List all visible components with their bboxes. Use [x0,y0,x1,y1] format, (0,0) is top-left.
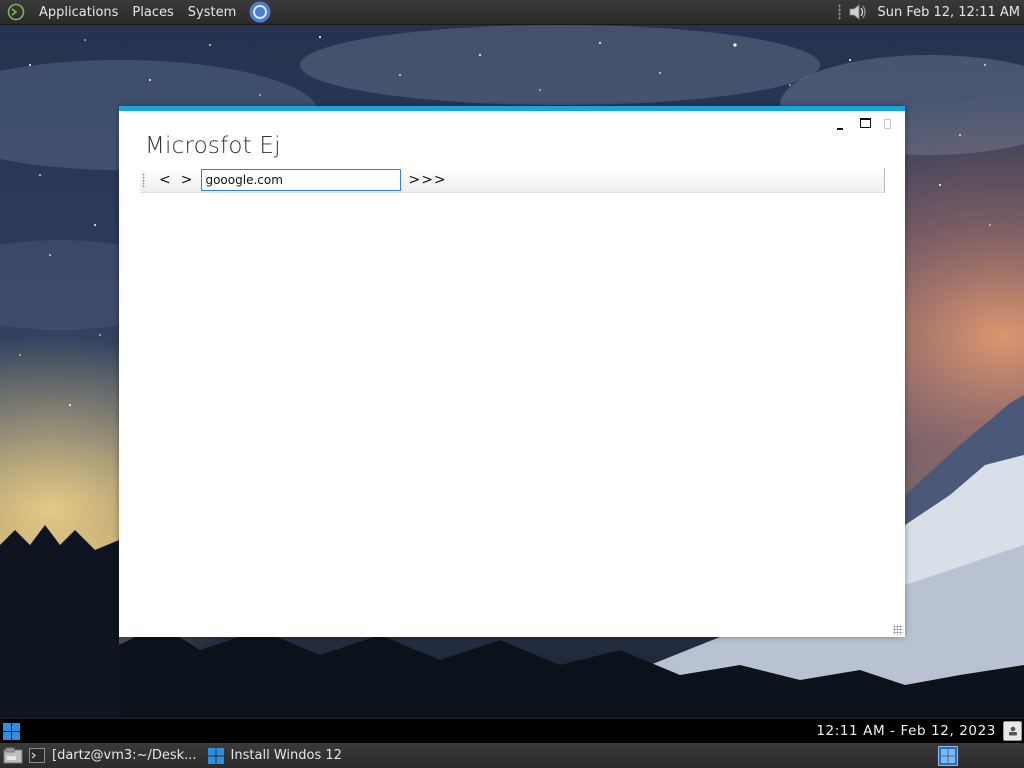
top-panel: Applications Places System Sun Feb 12, 1… [0,0,1024,25]
back-button[interactable]: < [154,170,176,190]
show-desktop-icon[interactable] [2,746,24,766]
url-input[interactable] [201,169,402,191]
terminal-icon [28,747,46,765]
forward-button[interactable]: > [176,170,198,190]
minimize-button[interactable] [835,117,847,130]
taskbar-item-install-windos[interactable]: Install Windos 12 [203,743,348,768]
taskbar: [dartz@vm3:~/Desk... Install Windos 12 [0,743,1024,768]
windows-start-icon[interactable] [1,721,21,741]
bottom-clock[interactable]: 12:11 AM - Feb 12, 2023 [816,723,996,739]
taskbar-item-label: [dartz@vm3:~/Desk... [52,748,197,763]
chromium-icon[interactable] [249,1,271,23]
windows-logo-icon [207,747,225,765]
close-button[interactable] [884,119,891,129]
distro-logo-icon[interactable] [6,2,26,22]
toolbar-grip-handle[interactable] [142,173,145,187]
applications-menu[interactable]: Applications [32,0,125,25]
taskbar-item-label: Install Windos 12 [230,748,342,763]
places-menu[interactable]: Places [125,0,180,25]
app-title: Microsfot Ej [145,133,281,159]
system-menu[interactable]: System [181,0,243,25]
browser-window: Microsfot Ej < > >>> [119,106,905,637]
top-clock[interactable]: Sun Feb 12, 12:11 AM [877,5,1024,20]
workspace-switcher-icon[interactable] [938,746,958,766]
panel-separator [838,4,842,20]
bottom-clock-bar: 12:11 AM - Feb 12, 2023 [0,718,1024,743]
taskbar-item-terminal[interactable]: [dartz@vm3:~/Desk... [24,743,203,768]
maximize-button[interactable] [860,118,871,128]
navigation-toolbar: < > >>> [140,168,885,193]
resize-grip[interactable] [893,625,903,635]
go-button[interactable]: >>> [408,172,446,188]
notification-icon[interactable] [1003,721,1022,741]
window-controls [835,117,891,130]
volume-icon[interactable] [847,2,869,22]
